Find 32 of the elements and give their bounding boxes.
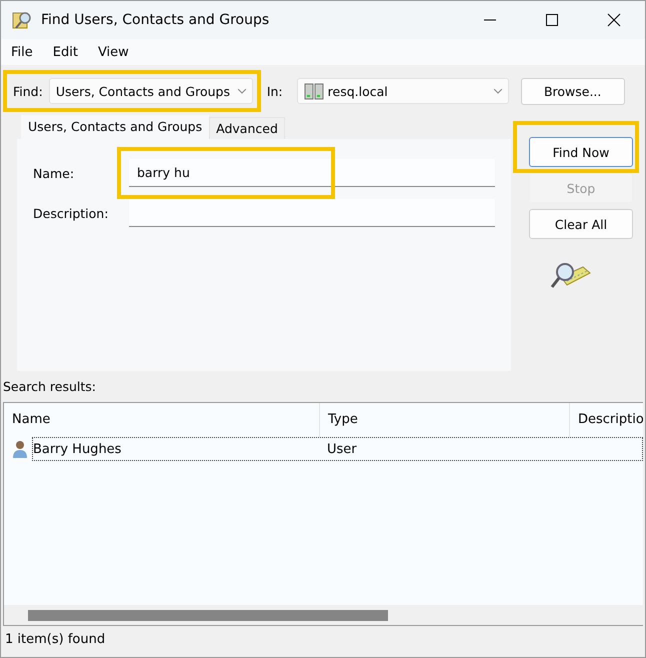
field-label: Name: (32, 166, 76, 180)
maximize-icon[interactable] (545, 13, 559, 27)
section-label: Search results: (3, 379, 98, 394)
server-icon (304, 81, 324, 101)
action-button[interactable]: Clear All (529, 209, 633, 239)
in-label: In: (266, 84, 283, 98)
user-icon (12, 440, 28, 458)
column-header[interactable]: Name (4, 403, 320, 437)
result-row[interactable]: Barry Hughes User (32, 437, 643, 461)
input-field[interactable] (129, 199, 495, 227)
table-cell-text: Barry Hughes (33, 442, 122, 456)
table-cell: User (327, 442, 357, 456)
tab[interactable]: Advanced (209, 117, 285, 139)
status-text: 1 item(s) found (5, 632, 106, 647)
chevron-down-icon[interactable] (494, 88, 502, 94)
menu-item[interactable]: File (11, 44, 33, 60)
field-label: Description: (32, 206, 110, 220)
input-field[interactable]: barry hu (129, 159, 495, 187)
column-header[interactable]: Descriptio (570, 403, 643, 437)
find-label: Find: (13, 84, 43, 98)
chevron-down-icon[interactable] (238, 88, 246, 94)
menu-item[interactable]: View (98, 44, 129, 60)
close-icon[interactable] (607, 13, 621, 27)
domain-dropdown[interactable]: resq.local (296, 78, 509, 104)
find-dropdown[interactable]: Users, Contacts and Groups (48, 78, 253, 104)
browse-button[interactable]: Browse... (520, 78, 625, 104)
column-header[interactable]: Type (320, 403, 570, 437)
menu-item[interactable]: Edit (52, 44, 78, 60)
window-title: Find Users, Contacts and Groups (41, 12, 270, 28)
action-button[interactable]: Find Now (529, 137, 633, 167)
scrollbar-thumb[interactable] (28, 610, 388, 620)
tab[interactable]: Users, Contacts and Groups (21, 115, 210, 139)
